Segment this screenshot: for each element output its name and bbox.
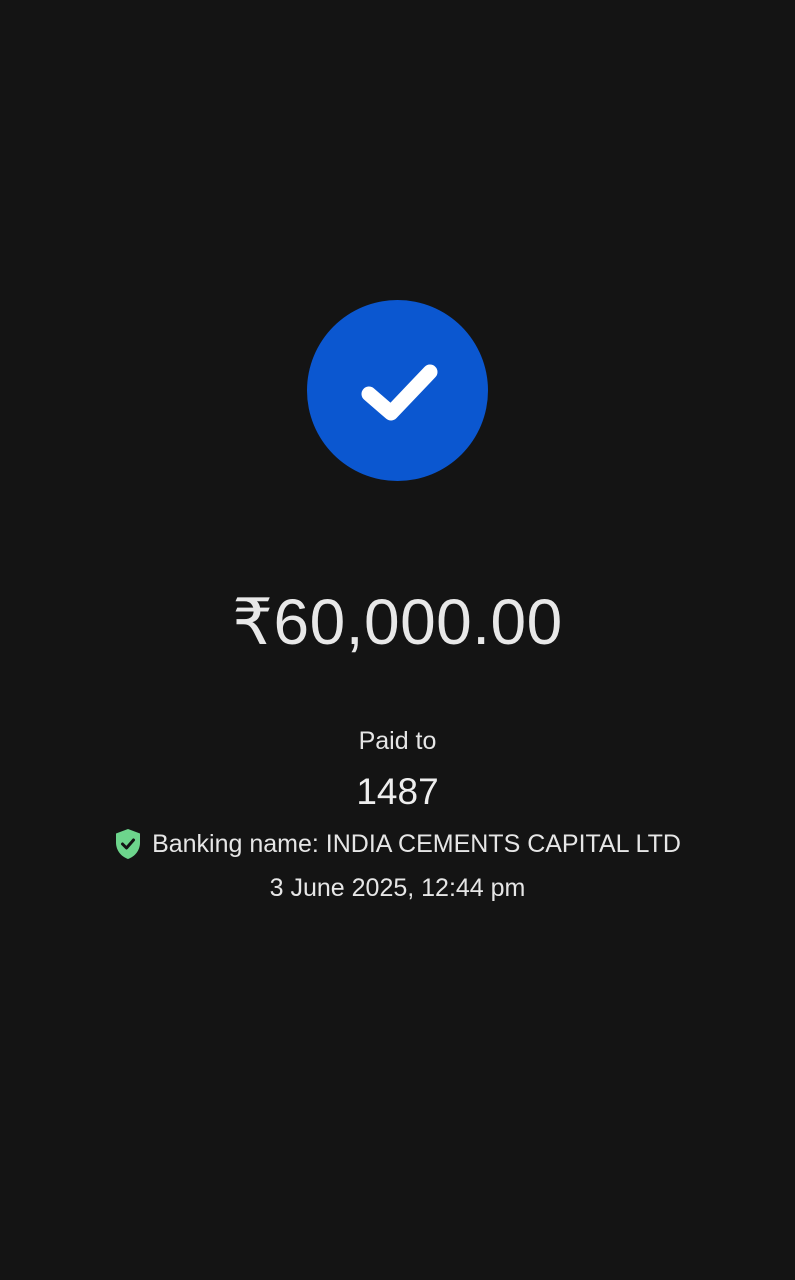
shield-check-icon <box>114 828 142 860</box>
paid-to-label: Paid to <box>358 727 437 755</box>
banking-name-row: Banking name: INDIA CEMENTS CAPITAL LTD <box>0 828 795 860</box>
check-circle-icon <box>307 300 488 481</box>
payment-timestamp: 3 June 2025, 12:44 pm <box>269 874 526 902</box>
checkmark-icon <box>361 364 438 421</box>
payment-amount: ₹60,000.00 <box>232 586 563 658</box>
payee-name: 1487 <box>356 771 439 812</box>
banking-name-text: Banking name: INDIA CEMENTS CAPITAL LTD <box>152 830 681 858</box>
payment-success-screen: ₹60,000.00 Paid to 1487 Banking name: IN… <box>0 0 795 1280</box>
